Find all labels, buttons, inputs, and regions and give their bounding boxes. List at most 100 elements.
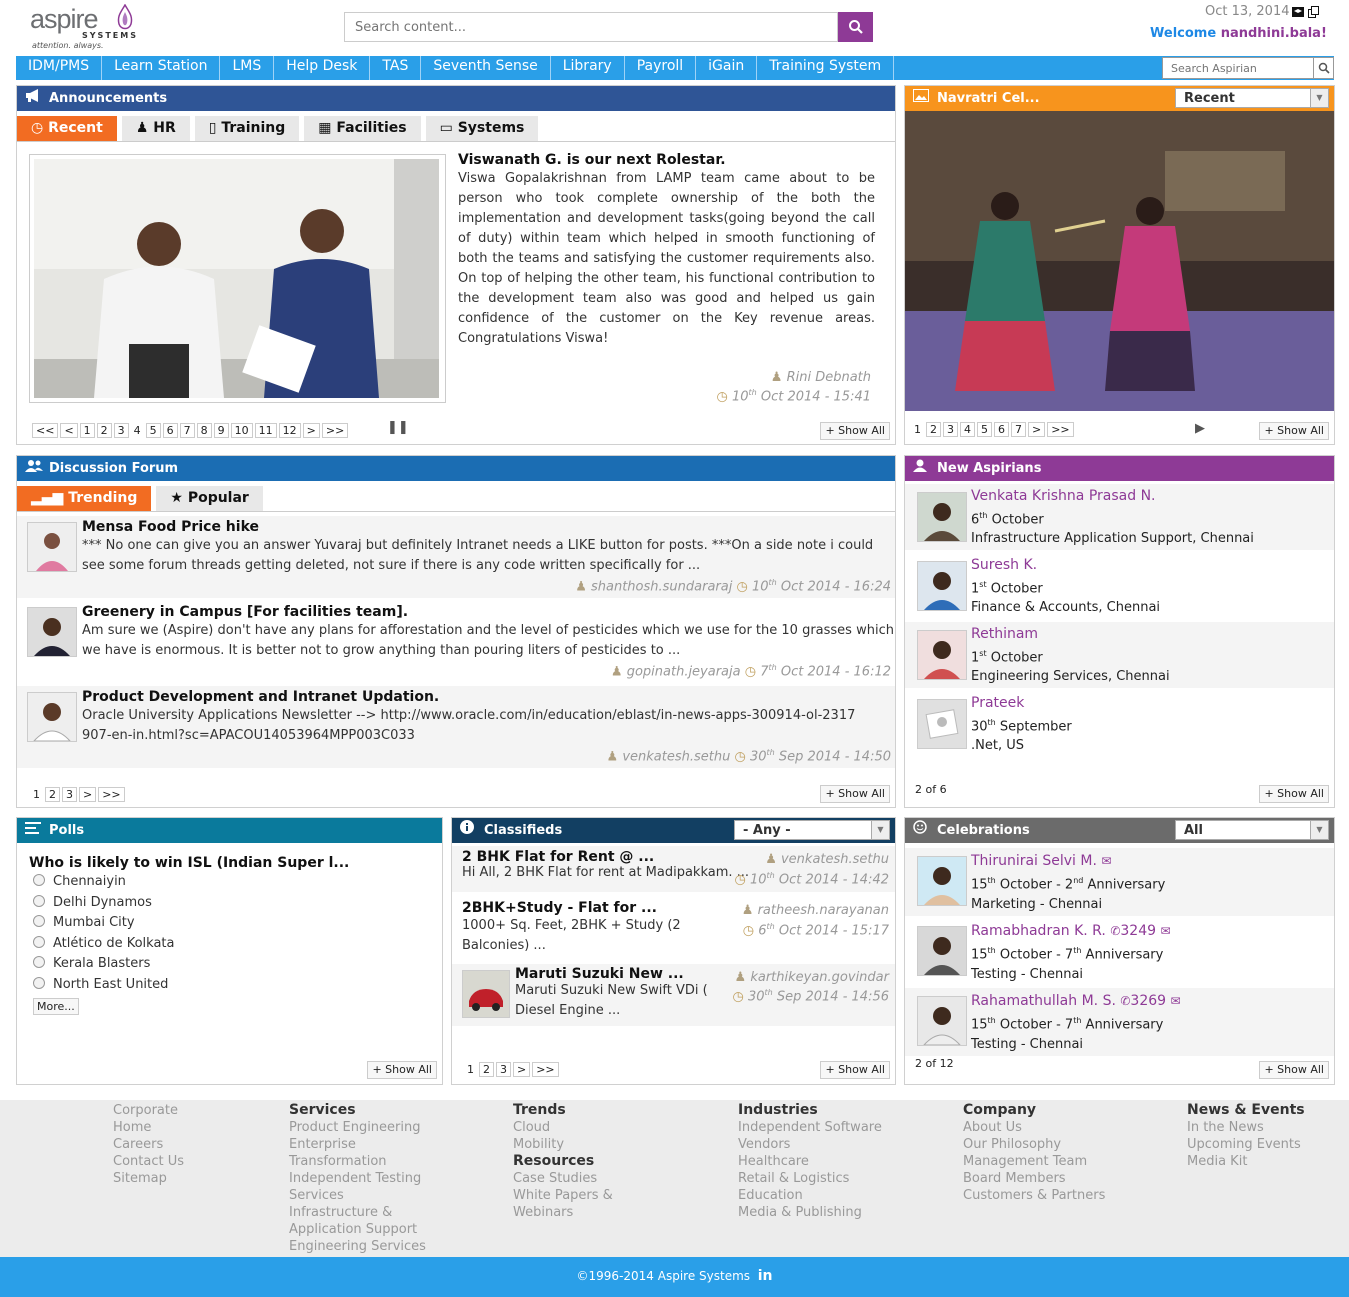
pager-9[interactable]: 9 <box>213 423 229 438</box>
announcement-photo[interactable] <box>29 154 446 403</box>
footer-heading[interactable]: Resources <box>513 1153 613 1170</box>
forum-show-all[interactable]: + Show All <box>820 785 890 803</box>
content-search-input[interactable] <box>345 13 837 41</box>
footer-link[interactable]: Media Kit <box>1187 1153 1305 1170</box>
footer-link[interactable]: Engineering Services <box>289 1238 426 1255</box>
linkedin-icon[interactable]: in <box>758 1268 773 1284</box>
aspirian-search-input[interactable] <box>1163 58 1311 78</box>
copy-icon[interactable] <box>1308 6 1320 18</box>
forum-post[interactable]: Greenery in Campus [For facilities team]… <box>17 601 895 683</box>
graduation-cap-icon[interactable] <box>1292 6 1304 18</box>
forum-pager-2[interactable]: 2 <box>45 787 60 802</box>
footer-heading[interactable]: Trends <box>513 1102 613 1119</box>
footer-link[interactable]: Contact Us <box>113 1153 184 1170</box>
tab-recent[interactable]: ◷ Recent <box>17 116 117 141</box>
gallery-show-all[interactable]: + Show All <box>1259 422 1329 440</box>
aspirian-card[interactable]: Prateek 30th September .Net, US <box>905 691 1334 757</box>
pager-8[interactable]: 8 <box>196 423 212 438</box>
pager-1[interactable]: 1 <box>79 423 95 438</box>
radio-button[interactable] <box>33 915 45 927</box>
poll-option[interactable]: Delhi Dynamos <box>33 893 174 914</box>
tab-systems[interactable]: ▭ Systems <box>425 116 539 141</box>
footer-link[interactable]: Sitemap <box>113 1170 184 1187</box>
gallery-pager-3[interactable]: 3 <box>943 422 958 437</box>
celebrations-show-all[interactable]: + Show All <box>1259 1061 1329 1079</box>
aspirian-card[interactable]: Suresh K. 1st October Finance & Accounts, … <box>905 553 1334 619</box>
forum-post[interactable]: Mensa Food Price hike *** No one can giv… <box>17 516 895 598</box>
radio-button[interactable] <box>33 976 45 989</box>
footer-link[interactable]: Home <box>113 1119 184 1136</box>
gallery-pager-4[interactable]: 4 <box>960 422 975 437</box>
pager-10[interactable]: 10 <box>230 423 253 438</box>
nav-item-learn-station[interactable]: Learn Station <box>102 56 221 80</box>
content-search-field[interactable] <box>344 12 838 42</box>
footer-link[interactable]: Enterprise <box>289 1136 426 1153</box>
footer-link[interactable]: Corporate <box>113 1102 184 1119</box>
gallery-pager-2[interactable]: 2 <box>926 422 941 437</box>
post-title[interactable]: Viswanath G. is our next Rolestar. <box>458 152 726 168</box>
footer-link[interactable]: Independent Testing <box>289 1170 426 1187</box>
pager-prev[interactable]: < <box>60 423 78 438</box>
forum-pager-last[interactable]: >> <box>98 787 125 802</box>
pager-2[interactable]: 2 <box>96 423 112 438</box>
footer-link[interactable]: Our Philosophy <box>963 1136 1105 1153</box>
radio-button[interactable] <box>33 874 45 886</box>
footer-link[interactable]: Retail & Logistics <box>738 1170 882 1187</box>
forum-pager-next[interactable]: > <box>79 787 97 802</box>
tab-popular[interactable]: ★ Popular <box>156 486 263 511</box>
aspirian-search-field[interactable] <box>1162 57 1334 79</box>
classified-title[interactable]: 2BHK+Study - Flat for ... <box>462 900 657 916</box>
aspirian-card[interactable]: Venkata Krishna Prasad N. 6th October Infr… <box>905 484 1334 550</box>
forum-pager-3[interactable]: 3 <box>62 787 77 802</box>
polls-show-all[interactable]: + Show All <box>367 1061 437 1079</box>
footer-link[interactable]: Healthcare <box>738 1153 882 1170</box>
classified-item[interactable]: 2BHK+Study - Flat for ... 1000+ Sq. Feet… <box>452 897 895 959</box>
aspirian-card[interactable]: Rethinam 1st October Engineering Services,… <box>905 622 1334 688</box>
footer-link[interactable]: Transformation <box>289 1153 426 1170</box>
announcements-show-all[interactable]: + Show All <box>820 422 890 440</box>
nav-item-lms[interactable]: LMS <box>220 56 275 80</box>
celebration-name[interactable]: Rahamathullah M. S. ✆3269 ✉ <box>971 991 1181 1011</box>
tab-trending[interactable]: ▂▄▆ Trending <box>17 486 152 511</box>
username[interactable]: nandhini.bala! <box>1221 26 1327 41</box>
aspirian-search-button[interactable] <box>1313 58 1333 78</box>
footer-link[interactable]: In the News <box>1187 1119 1305 1136</box>
celebration-name[interactable]: Thirunirai Selvi M. ✉ <box>971 851 1165 871</box>
footer-link[interactable]: Cloud <box>513 1119 613 1136</box>
celebration-name[interactable]: Ramabhadran K. R. ✆3249 ✉ <box>971 921 1171 941</box>
footer-link[interactable]: Services <box>289 1187 426 1204</box>
navratri-photo[interactable] <box>905 111 1334 411</box>
gallery-pager-next[interactable]: > <box>1028 422 1046 437</box>
play-icon[interactable]: ▶ <box>1195 421 1205 436</box>
footer-link[interactable]: Education <box>738 1187 882 1204</box>
footer-heading[interactable]: News & Events <box>1187 1102 1305 1119</box>
footer-link[interactable]: White Papers & <box>513 1187 613 1204</box>
footer-link[interactable]: Board Members <box>963 1170 1105 1187</box>
forum-post-title[interactable]: Product Development and Intranet Updatio… <box>82 689 439 705</box>
footer-link[interactable]: Independent Software <box>738 1119 882 1136</box>
forum-post[interactable]: Product Development and Intranet Updatio… <box>17 686 895 768</box>
footer-link[interactable]: Careers <box>113 1136 184 1153</box>
poll-option[interactable]: Chennaiyin <box>33 872 174 893</box>
nav-item-library[interactable]: Library <box>551 56 625 80</box>
mail-icon[interactable]: ✉ <box>1160 924 1170 938</box>
classified-item[interactable]: Maruti Suzuki New ... Maruti Suzuki New … <box>452 964 895 1026</box>
nav-item-idm-pms[interactable]: IDM/PMS <box>16 56 103 80</box>
celebration-card[interactable]: Thirunirai Selvi M. ✉ 15th October - 2nd … <box>905 848 1334 916</box>
forum-post-title[interactable]: Mensa Food Price hike <box>82 519 259 535</box>
gallery-pager-last[interactable]: >> <box>1047 422 1074 437</box>
radio-button[interactable] <box>33 894 45 907</box>
footer-heading[interactable]: Company <box>963 1102 1105 1119</box>
gallery-filter-dropdown[interactable]: Recent ▼ <box>1175 88 1329 108</box>
footer-link[interactable]: Vendors <box>738 1136 882 1153</box>
footer-link[interactable]: Case Studies <box>513 1170 613 1187</box>
footer-link[interactable]: Mobility <box>513 1136 613 1153</box>
poll-option[interactable]: Mumbai City <box>33 913 174 934</box>
footer-link[interactable]: Media & Publishing <box>738 1204 882 1221</box>
footer-link[interactable]: Webinars <box>513 1204 613 1221</box>
footer-link[interactable]: Upcoming Events <box>1187 1136 1305 1153</box>
nav-item-payroll[interactable]: Payroll <box>625 56 697 80</box>
aspirian-name[interactable]: Venkata Krishna Prasad N. <box>971 487 1254 506</box>
classified-title[interactable]: Maruti Suzuki New ... <box>515 966 684 982</box>
classifieds-pager-3[interactable]: 3 <box>496 1062 511 1077</box>
